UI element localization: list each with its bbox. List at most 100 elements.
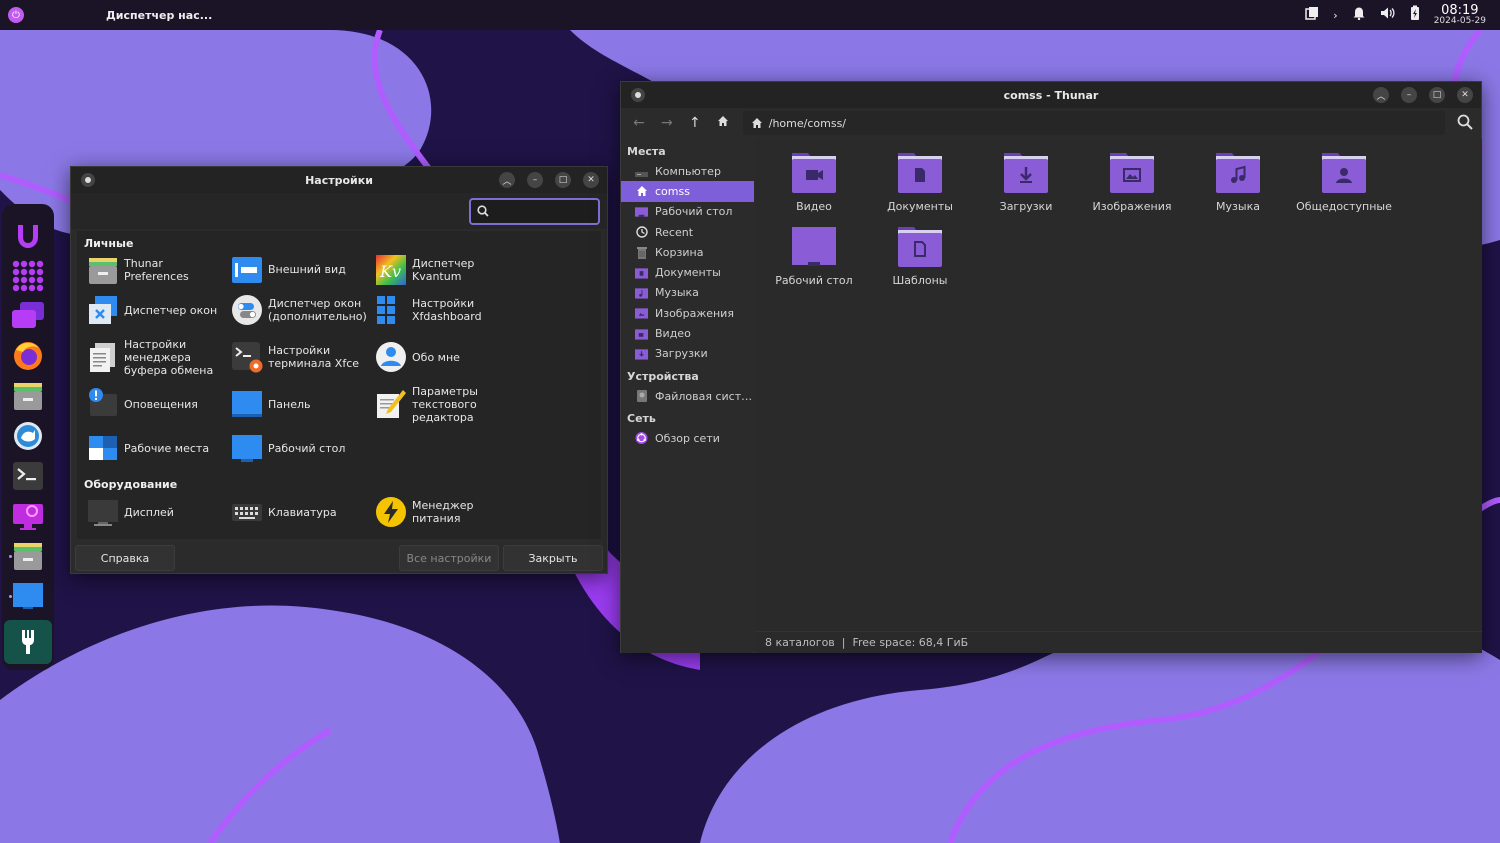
bell-icon[interactable] [1352,6,1366,24]
volume-icon[interactable] [1380,6,1396,24]
clock-date: 2024-05-29 [1433,16,1486,26]
folder-item-music[interactable]: Музыка [1185,151,1291,225]
settings-item-about-me[interactable]: Обо мне [375,332,519,382]
close-window-button[interactable]: ✕ [1457,87,1473,103]
clipboard-icon [87,341,119,373]
settings-item-window-manager-tweaks[interactable]: Диспетчер окон (дополнительно) [231,288,375,332]
app-menu-icon[interactable]: ⏻ [8,7,24,23]
settings-item-kvantum[interactable]: Kv Диспетчер Kvantum [375,251,519,288]
clipboard-tray-icon[interactable] [1305,6,1319,24]
dock-terminal-icon[interactable] [10,460,46,492]
folder-item-desktop[interactable]: Рабочий стол [761,225,867,299]
dock-settings-manager-icon[interactable] [10,500,46,532]
chevron-right-icon[interactable]: › [1333,9,1337,22]
dock-xfce-icon[interactable] [10,420,46,452]
status-text: 8 каталогов | Free space: 68,4 ГиБ [765,636,969,649]
folder-item-pictures[interactable]: Изображения [1079,151,1185,225]
dock-launcher-icon[interactable] [10,220,46,252]
thunar-titlebar[interactable]: comss - Thunar ︿ – □ ✕ [621,82,1481,108]
folder-item-public[interactable]: Общедоступные [1291,151,1397,225]
up-arrow-icon[interactable]: ↑ [687,115,703,131]
settings-item-notifications[interactable]: Оповещения [87,382,231,426]
settings-item-label: Панель [268,397,311,411]
folder-item-downloads[interactable]: Загрузки [973,151,1079,225]
maximize-button[interactable]: □ [555,172,571,188]
forward-arrow-icon[interactable]: → [659,115,675,131]
settings-item-thunar-preferences[interactable]: Thunar Preferences [87,251,231,288]
location-bar[interactable]: /home/comss/ [742,111,1445,135]
sidebar-item-network[interactable]: Обзор сети [621,428,754,448]
folder-item-documents[interactable]: Документы [867,151,973,225]
search-icon[interactable] [1457,114,1473,133]
sidebar-item-label: Изображения [655,306,734,320]
settings-item-keyboard[interactable]: Клавиатура [231,490,375,534]
home-icon[interactable] [715,115,731,131]
home-icon [635,185,648,197]
settings-item-clipboard[interactable]: Настройки менеджера буфера обмена [87,332,231,382]
active-window-title[interactable]: Диспетчер нас... [106,9,212,22]
file-view[interactable]: Видео Документы Загрузки Изображения Муз… [755,139,1482,631]
settings-item-xfdashboard[interactable]: Настройки Xfdashboard [375,288,519,332]
dock-workspaces-icon[interactable] [10,300,46,332]
dock-file-manager-icon[interactable] [10,380,46,412]
settings-item-power-manager[interactable]: Менеджер питания [375,490,519,534]
documents-folder-icon [635,267,648,279]
close-button[interactable]: Закрыть [503,545,603,571]
sidebar-item-computer[interactable]: Компьютер [621,161,754,181]
close-window-button[interactable]: ✕ [583,172,599,188]
desktop-folder-icon [635,206,648,218]
settings-footer: Справка Все настройки Закрыть [71,543,607,573]
back-arrow-icon[interactable]: ← [631,115,647,131]
settings-item-terminal-settings[interactable]: Настройки терминала Xfce [231,332,375,382]
panel-icon [231,388,263,420]
settings-titlebar[interactable]: Настройки ︿ – □ ✕ [71,167,607,193]
sidebar-item-trash[interactable]: Корзина [621,242,754,262]
minimize-button[interactable]: – [527,172,543,188]
settings-search-field[interactable] [469,197,600,225]
settings-item-window-manager[interactable]: Диспетчер окон [87,288,231,332]
battery-icon[interactable] [1410,5,1420,25]
settings-item-appearance[interactable]: Внешний вид [231,251,375,288]
window-menu-icon[interactable] [631,88,645,102]
dock-desktop-icon[interactable] [9,580,46,612]
sidebar-item-music[interactable]: Музыка [621,283,754,303]
dock-file-manager-2-icon[interactable] [9,540,46,572]
window-menu-icon[interactable] [81,173,95,187]
svg-text:Kv: Kv [379,262,401,281]
settings-item-workspaces[interactable]: Рабочие места [87,426,231,470]
clock[interactable]: 08:19 2024-05-29 [1434,4,1486,26]
settings-item-display[interactable]: Дисплей [87,490,231,534]
settings-item-text-editor[interactable]: Параметры текстового редактора [375,382,519,426]
settings-item-panel[interactable]: Панель [231,382,375,426]
sidebar-item-desktop[interactable]: Рабочий стол [621,202,754,222]
dock-tweaks-icon[interactable] [4,620,52,664]
settings-search-input[interactable] [493,204,593,218]
help-button[interactable]: Справка [75,545,175,571]
folder-item-templates[interactable]: Шаблоны [867,225,973,299]
maximize-button[interactable]: □ [1429,87,1445,103]
workspaces-icon [87,432,119,464]
dock-app-grid-icon[interactable] [10,260,46,292]
sidebar-item-filesystem[interactable]: Файловая сист… [621,386,754,406]
folder-label: Загрузки [999,200,1053,213]
hardware-settings-grid: Дисплей Клавиатура Менеджер питания [77,490,601,534]
dock-firefox-icon[interactable] [10,340,46,372]
all-settings-button[interactable]: Все настройки [399,545,499,571]
sidebar-item-home[interactable]: comss [621,181,754,202]
minimize-button[interactable]: – [1401,87,1417,103]
settings-item-desktop[interactable]: Рабочий стол [231,426,375,470]
desktop-icon [231,432,263,464]
sidebar-item-documents[interactable]: Документы [621,262,754,282]
sidebar-item-downloads[interactable]: Загрузки [621,344,754,364]
shade-button[interactable]: ︿ [499,172,515,188]
sidebar-item-videos[interactable]: Видео [621,323,754,343]
sidebar-item-recent[interactable]: Recent [621,222,754,242]
shade-button[interactable]: ︿ [1373,87,1389,103]
templates-folder-icon [898,227,942,267]
settings-item-label: Thunar Preferences [124,256,189,283]
folder-item-videos[interactable]: Видео [761,151,867,225]
network-icon [635,432,648,445]
settings-item-label: Менеджер питания [412,499,474,525]
sidebar-item-pictures[interactable]: Изображения [621,303,754,323]
folder-label: Видео [796,200,832,213]
